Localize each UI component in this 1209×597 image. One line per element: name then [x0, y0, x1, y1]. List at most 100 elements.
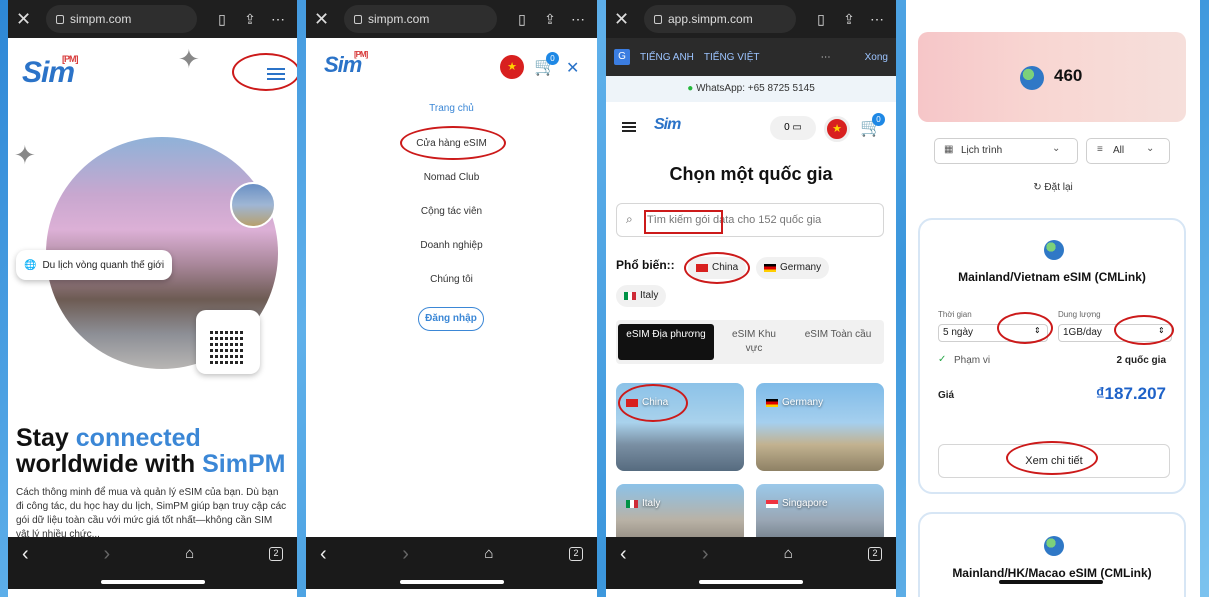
travel-chip: 🌐 Du lịch vòng quanh thế giới — [16, 250, 173, 280]
headline-line-1: Stay connected — [16, 425, 201, 451]
share-icon[interactable]: ⇪ — [539, 11, 561, 28]
home-icon[interactable]: ⌂ — [185, 545, 194, 562]
address-field[interactable]: simpm.com — [46, 5, 197, 33]
home-icon[interactable]: ⌂ — [484, 545, 493, 562]
headline-accent: connected — [75, 424, 201, 452]
country-card-singapore[interactable]: Singapore — [756, 484, 884, 544]
cart-badge: 0 — [872, 113, 885, 126]
lang-vietnamese-tab[interactable]: TIẾNG VIỆT — [704, 52, 760, 63]
reset-icon: ↻ — [1033, 182, 1042, 193]
close-icon[interactable]: ✕ — [614, 9, 636, 30]
globe-icon — [1044, 536, 1064, 556]
popular-pill-china[interactable]: China — [688, 257, 747, 279]
menu-item-nomad-club[interactable]: Nomad Club — [306, 172, 597, 183]
tab-global-esim[interactable]: eSIM Toàn cầu — [804, 324, 872, 360]
menu-item-esim-store[interactable]: Cửa hàng eSIM — [306, 138, 597, 149]
share-icon[interactable]: ⇪ — [239, 11, 261, 28]
plan-card-2[interactable]: Mainland/HK/Macao eSIM (CMLink) — [918, 512, 1186, 597]
singapore-flag-icon — [766, 499, 778, 508]
lang-english-tab[interactable]: TIẾNG ANH — [640, 52, 694, 63]
close-icon[interactable]: ✕ — [314, 9, 336, 30]
more-icon[interactable]: ⋯ — [267, 11, 289, 28]
lock-icon — [354, 14, 362, 24]
country-card-germany[interactable]: Germany — [756, 383, 884, 471]
hamburger-menu-icon[interactable] — [622, 122, 636, 124]
logo-sup: [PM] — [62, 54, 78, 64]
forward-icon[interactable]: › — [104, 543, 111, 566]
wallet-pill[interactable]: 0 ▭ — [770, 116, 816, 140]
bookmark-icon[interactable]: ▯ — [511, 11, 533, 28]
translate-bar: G TIẾNG ANH TIẾNG VIỆT ⋯ Xong — [606, 38, 896, 76]
country-search-input[interactable]: Tìm kiếm gói data cho 152 quốc gia — [616, 203, 884, 237]
page-title: Chọn một quốc gia — [669, 164, 833, 184]
headline-line-2: worldwide with SimPM — [16, 451, 285, 477]
card-label: Singapore — [766, 498, 828, 509]
address-field[interactable]: app.simpm.com — [644, 5, 796, 33]
country-card-china[interactable]: China — [616, 383, 744, 471]
country-card-italy[interactable]: Italy — [616, 484, 744, 544]
chevron-down-icon: ⌄ — [1052, 143, 1061, 154]
forward-icon[interactable]: › — [402, 543, 409, 566]
plan-card-1[interactable]: Mainland/Vietnam eSIM (CMLink) Thời gian… — [918, 218, 1186, 494]
tabs-icon[interactable]: 2 — [867, 547, 882, 561]
tab-local-esim[interactable]: eSIM Địa phương — [618, 324, 714, 360]
url-text: simpm.com — [368, 12, 430, 26]
bookmark-icon[interactable]: ▯ — [211, 11, 233, 28]
translate-icon: G — [614, 49, 630, 65]
plan-title: Mainland/HK/Macao eSIM (CMLink) — [952, 566, 1152, 580]
menu-item-home[interactable]: Trang chủ — [306, 103, 597, 114]
close-icon[interactable]: ✕ — [16, 9, 38, 30]
coverage-value[interactable]: 2 quốc gia — [1117, 355, 1166, 366]
phone-screen-plans: 460 Lịch trình ▦ ⌄ All ≡ ⌄ ↻ Đặt lại Mai… — [906, 0, 1200, 597]
card-label: Italy — [626, 498, 660, 509]
whatsapp-banner[interactable]: ● WhatsApp: +65 8725 5145 — [606, 76, 896, 102]
calendar-icon: ▦ — [944, 144, 954, 155]
tab-regional-esim[interactable]: eSIM Khu vực — [724, 324, 784, 360]
check-icon: ✓ — [938, 354, 947, 365]
results-banner — [918, 32, 1186, 122]
language-flag-vn[interactable] — [824, 116, 850, 142]
details-button[interactable]: Xem chi tiết — [938, 444, 1170, 478]
more-icon[interactable]: ⋯ — [567, 11, 589, 28]
duration-select[interactable]: 5 ngày — [938, 324, 1048, 342]
china-flag-icon — [696, 264, 708, 272]
pill-label: Italy — [640, 290, 659, 301]
popular-pill-italy[interactable]: Italy — [616, 285, 667, 307]
tabs-icon[interactable]: 2 — [569, 547, 583, 561]
sparkle-icon: ✦ — [178, 44, 200, 74]
back-icon[interactable]: ‹ — [620, 543, 627, 566]
home-icon[interactable]: ⌂ — [784, 545, 793, 562]
database-icon: ≡ — [1097, 144, 1103, 155]
translate-done-button[interactable]: Xong — [865, 52, 888, 63]
popular-pill-germany[interactable]: Germany — [756, 257, 830, 279]
language-flag-vn[interactable] — [500, 55, 524, 79]
logo[interactable]: Sim [PM] — [22, 54, 78, 90]
whatsapp-icon: ● — [687, 83, 694, 94]
logo[interactable]: Sim — [654, 116, 681, 134]
back-icon[interactable]: ‹ — [320, 543, 327, 566]
bookmark-icon[interactable]: ▯ — [810, 11, 832, 28]
share-icon[interactable]: ⇪ — [838, 11, 860, 28]
tabs-icon[interactable]: 2 — [268, 547, 283, 561]
search-icon: ⌕ — [626, 212, 633, 226]
hamburger-menu-icon[interactable] — [267, 68, 285, 70]
reset-button[interactable]: ↻ Đặt lại — [906, 182, 1200, 193]
popular-label: Phổ biến:: — [616, 258, 675, 272]
more-icon[interactable]: ⋯ — [821, 52, 831, 63]
login-button[interactable]: Đăng nhập — [418, 307, 484, 331]
whatsapp-text: WhatsApp: +65 8725 5145 — [696, 83, 815, 94]
forward-icon[interactable]: › — [702, 543, 709, 566]
address-field[interactable]: simpm.com — [344, 5, 497, 33]
more-icon[interactable]: ⋯ — [866, 11, 888, 28]
close-menu-icon[interactable]: ✕ — [566, 58, 579, 78]
capacity-select[interactable]: 1GB/day — [1058, 324, 1172, 342]
itinerary-filter-label: Lịch trình — [961, 145, 1003, 156]
menu-item-affiliate[interactable]: Cộng tác viên — [306, 206, 597, 217]
menu-item-about[interactable]: Chúng tôi — [306, 274, 597, 285]
back-icon[interactable]: ‹ — [22, 543, 29, 566]
capacity-label: Dung lượng — [1058, 310, 1101, 319]
browser-url-bar: ✕ app.simpm.com ▯ ⇪ ⋯ — [606, 0, 896, 38]
logo[interactable]: Sim [PM] — [324, 50, 368, 78]
qr-code — [210, 330, 244, 364]
menu-item-business[interactable]: Doanh nghiệp — [306, 240, 597, 251]
